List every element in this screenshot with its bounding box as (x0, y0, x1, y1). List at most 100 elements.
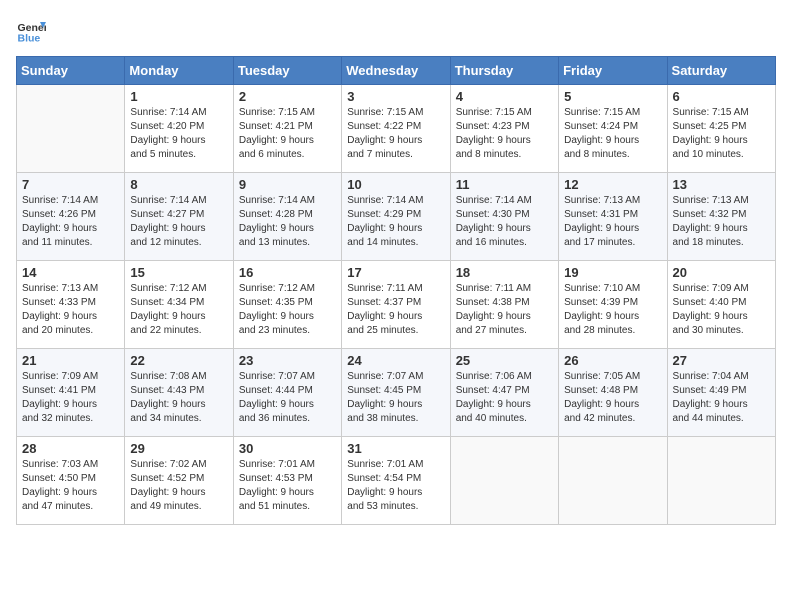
calendar-cell: 24Sunrise: 7:07 AM Sunset: 4:45 PM Dayli… (342, 349, 450, 437)
header-cell-sunday: Sunday (17, 57, 125, 85)
calendar-cell: 22 Sunrise: 7:08 AM Sunset: 4:43 PM Dayli… (125, 349, 233, 437)
day-number: 13 (673, 177, 770, 192)
day-number: 21 (22, 353, 119, 368)
calendar-cell (450, 437, 558, 525)
day-number: 17 (347, 265, 444, 280)
day-info: Sunrise: 7:02 AM Sunset: 4:52 PM Dayligh… (130, 458, 227, 514)
day-number: 9 (239, 177, 336, 192)
header-cell-friday: Friday (559, 57, 667, 85)
day-info: Sunrise: 7:13 AM Sunset: 4:33 PM Dayligh… (22, 282, 119, 338)
calendar-cell: 14 Sunrise: 7:13 AM Sunset: 4:33 PM Dayli… (17, 261, 125, 349)
day-info: Sunrise: 7:08 AM Sunset: 4:43 PM Dayligh… (130, 370, 227, 426)
calendar-cell: 3 Sunrise: 7:15 AM Sunset: 4:22 PM Daylig… (342, 85, 450, 173)
day-info: Sunrise: 7:07 AM Sunset: 4:45 PM Dayligh… (347, 370, 444, 426)
calendar-table: SundayMondayTuesdayWednesdayThursdayFrid… (16, 56, 776, 525)
day-number: 22 (130, 353, 227, 368)
week-row-2: 7 Sunrise: 7:14 AM Sunset: 4:26 PM Daylig… (17, 173, 776, 261)
day-info: Sunrise: 7:11 AM Sunset: 4:37 PM Dayligh… (347, 282, 444, 338)
day-number: 28 (22, 441, 119, 456)
calendar-cell: 2 Sunrise: 7:15 AM Sunset: 4:21 PM Daylig… (233, 85, 341, 173)
calendar-cell: 29 Sunrise: 7:02 AM Sunset: 4:52 PM Dayli… (125, 437, 233, 525)
calendar-cell: 27 Sunrise: 7:04 AM Sunset: 4:49 PM Dayli… (667, 349, 775, 437)
day-info: Sunrise: 7:14 AM Sunset: 4:26 PM Dayligh… (22, 194, 119, 250)
day-number: 16 (239, 265, 336, 280)
logo-icon: General Blue (16, 16, 46, 46)
day-number: 7 (22, 177, 119, 192)
header-cell-wednesday: Wednesday (342, 57, 450, 85)
day-number: 25 (456, 353, 553, 368)
calendar-cell: 20Sunrise: 7:09 AM Sunset: 4:40 PM Dayli… (667, 261, 775, 349)
day-number: 26 (564, 353, 661, 368)
svg-text:Blue: Blue (18, 33, 41, 45)
calendar-cell: 10 Sunrise: 7:14 AM Sunset: 4:29 PM Dayli… (342, 173, 450, 261)
calendar-cell: 25 Sunrise: 7:06 AM Sunset: 4:47 PM Dayli… (450, 349, 558, 437)
day-number: 10 (347, 177, 444, 192)
day-info: Sunrise: 7:15 AM Sunset: 4:24 PM Dayligh… (564, 106, 661, 162)
day-info: Sunrise: 7:01 AM Sunset: 4:53 PM Dayligh… (239, 458, 336, 514)
calendar-cell: 31 Sunrise: 7:01 AM Sunset: 4:54 PM Dayli… (342, 437, 450, 525)
day-info: Sunrise: 7:15 AM Sunset: 4:21 PM Dayligh… (239, 106, 336, 162)
day-number: 12 (564, 177, 661, 192)
day-info: Sunrise: 7:14 AM Sunset: 4:27 PM Dayligh… (130, 194, 227, 250)
header: General Blue (16, 16, 776, 46)
day-number: 23 (239, 353, 336, 368)
day-number: 19 (564, 265, 661, 280)
calendar-cell: 28 Sunrise: 7:03 AM Sunset: 4:50 PM Dayli… (17, 437, 125, 525)
day-info: Sunrise: 7:05 AM Sunset: 4:48 PM Dayligh… (564, 370, 661, 426)
day-number: 29 (130, 441, 227, 456)
day-number: 4 (456, 89, 553, 104)
day-info: Sunrise: 7:03 AM Sunset: 4:50 PM Dayligh… (22, 458, 119, 514)
day-info: Sunrise: 7:09 AM Sunset: 4:40 PM Dayligh… (673, 282, 770, 338)
calendar-cell: 7 Sunrise: 7:14 AM Sunset: 4:26 PM Daylig… (17, 173, 125, 261)
day-info: Sunrise: 7:12 AM Sunset: 4:34 PM Dayligh… (130, 282, 227, 338)
day-number: 11 (456, 177, 553, 192)
calendar-cell: 19 Sunrise: 7:10 AM Sunset: 4:39 PM Dayli… (559, 261, 667, 349)
day-info: Sunrise: 7:15 AM Sunset: 4:22 PM Dayligh… (347, 106, 444, 162)
day-number: 30 (239, 441, 336, 456)
day-info: Sunrise: 7:15 AM Sunset: 4:23 PM Dayligh… (456, 106, 553, 162)
week-row-5: 28 Sunrise: 7:03 AM Sunset: 4:50 PM Dayli… (17, 437, 776, 525)
calendar-cell: 18Sunrise: 7:11 AM Sunset: 4:38 PM Dayli… (450, 261, 558, 349)
day-info: Sunrise: 7:11 AM Sunset: 4:38 PM Dayligh… (456, 282, 553, 338)
day-info: Sunrise: 7:04 AM Sunset: 4:49 PM Dayligh… (673, 370, 770, 426)
calendar-cell: 11 Sunrise: 7:14 AM Sunset: 4:30 PM Dayli… (450, 173, 558, 261)
calendar-cell (667, 437, 775, 525)
day-number: 27 (673, 353, 770, 368)
day-info: Sunrise: 7:10 AM Sunset: 4:39 PM Dayligh… (564, 282, 661, 338)
calendar-cell: 13Sunrise: 7:13 AM Sunset: 4:32 PM Dayli… (667, 173, 775, 261)
day-number: 14 (22, 265, 119, 280)
day-info: Sunrise: 7:09 AM Sunset: 4:41 PM Dayligh… (22, 370, 119, 426)
day-info: Sunrise: 7:14 AM Sunset: 4:20 PM Dayligh… (130, 106, 227, 162)
calendar-cell: 5 Sunrise: 7:15 AM Sunset: 4:24 PM Daylig… (559, 85, 667, 173)
calendar-cell: 6Sunrise: 7:15 AM Sunset: 4:25 PM Daylig… (667, 85, 775, 173)
calendar-cell: 30 Sunrise: 7:01 AM Sunset: 4:53 PM Dayli… (233, 437, 341, 525)
calendar-cell: 8Sunrise: 7:14 AM Sunset: 4:27 PM Daylig… (125, 173, 233, 261)
calendar-cell (17, 85, 125, 173)
day-info: Sunrise: 7:07 AM Sunset: 4:44 PM Dayligh… (239, 370, 336, 426)
header-cell-saturday: Saturday (667, 57, 775, 85)
day-info: Sunrise: 7:06 AM Sunset: 4:47 PM Dayligh… (456, 370, 553, 426)
day-info: Sunrise: 7:14 AM Sunset: 4:29 PM Dayligh… (347, 194, 444, 250)
day-info: Sunrise: 7:13 AM Sunset: 4:31 PM Dayligh… (564, 194, 661, 250)
calendar-cell: 17 Sunrise: 7:11 AM Sunset: 4:37 PM Dayli… (342, 261, 450, 349)
day-info: Sunrise: 7:14 AM Sunset: 4:30 PM Dayligh… (456, 194, 553, 250)
day-number: 31 (347, 441, 444, 456)
week-row-1: 1Sunrise: 7:14 AM Sunset: 4:20 PM Daylig… (17, 85, 776, 173)
day-number: 15 (130, 265, 227, 280)
calendar-cell: 4 Sunrise: 7:15 AM Sunset: 4:23 PM Daylig… (450, 85, 558, 173)
day-number: 3 (347, 89, 444, 104)
calendar-body: 1Sunrise: 7:14 AM Sunset: 4:20 PM Daylig… (17, 85, 776, 525)
calendar-cell: 15 Sunrise: 7:12 AM Sunset: 4:34 PM Dayli… (125, 261, 233, 349)
day-number: 2 (239, 89, 336, 104)
header-cell-thursday: Thursday (450, 57, 558, 85)
calendar-cell: 23 Sunrise: 7:07 AM Sunset: 4:44 PM Dayli… (233, 349, 341, 437)
logo: General Blue (16, 16, 50, 46)
day-number: 5 (564, 89, 661, 104)
header-cell-monday: Monday (125, 57, 233, 85)
day-info: Sunrise: 7:01 AM Sunset: 4:54 PM Dayligh… (347, 458, 444, 514)
calendar-cell: 9Sunrise: 7:14 AM Sunset: 4:28 PM Daylig… (233, 173, 341, 261)
week-row-4: 21 Sunrise: 7:09 AM Sunset: 4:41 PM Dayli… (17, 349, 776, 437)
day-info: Sunrise: 7:12 AM Sunset: 4:35 PM Dayligh… (239, 282, 336, 338)
header-cell-tuesday: Tuesday (233, 57, 341, 85)
calendar-cell: 12 Sunrise: 7:13 AM Sunset: 4:31 PM Dayli… (559, 173, 667, 261)
